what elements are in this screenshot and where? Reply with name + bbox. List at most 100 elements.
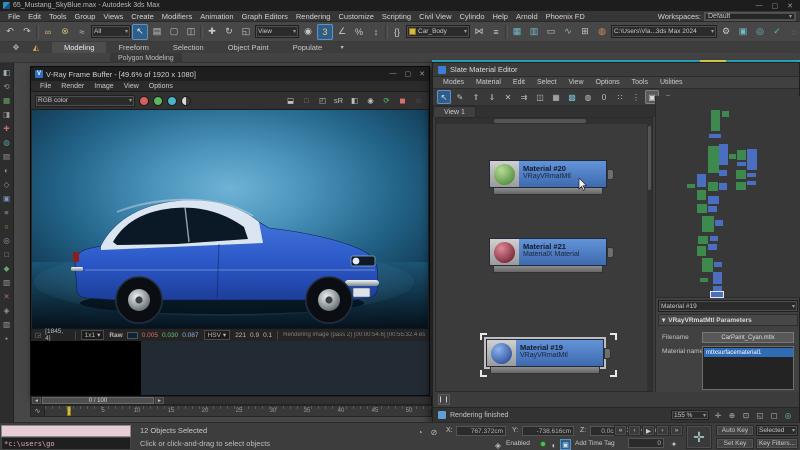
go-to-end-button[interactable]: » xyxy=(670,425,683,436)
solid-diamond-icon[interactable]: ◆ xyxy=(1,262,13,274)
close-icon[interactable]: ✕ xyxy=(787,2,793,10)
menu-views[interactable]: Views xyxy=(99,12,127,21)
dot-icon[interactable]: ▪ xyxy=(1,332,13,344)
target-icon[interactable]: ◎ xyxy=(1,234,13,246)
vrmat-parameters-rollout[interactable]: ▾ VRayVRmatMtl Parameters xyxy=(658,314,798,326)
schematic-view-icon[interactable]: ⊞ xyxy=(577,24,593,40)
percent-snap-icon[interactable]: % xyxy=(351,24,367,40)
viewport-navigation-cross[interactable]: ✛ xyxy=(686,425,712,449)
slate-menu-options[interactable]: Options xyxy=(590,79,626,86)
track-mouse-icon[interactable]: ◉ xyxy=(364,94,377,107)
key-mode-icon[interactable]: ✦ xyxy=(668,438,680,450)
slate-menu-edit[interactable]: Edit xyxy=(507,79,531,86)
vfb-menu-image[interactable]: Image xyxy=(89,83,118,90)
vfb-hsv-dropdown[interactable]: HSV ▾ xyxy=(203,330,231,340)
filename-button[interactable]: CarPaint_Cyan.mtlx xyxy=(702,332,794,343)
menu-cylindo[interactable]: Cylindo xyxy=(455,12,488,21)
vfb-pixel-size-dropdown[interactable]: 1x1 ▾ xyxy=(80,330,105,340)
material-ball-icon[interactable]: ◍ xyxy=(1,136,13,148)
vfb-menu-view[interactable]: View xyxy=(119,83,144,90)
select-by-name-icon[interactable]: ▤ xyxy=(149,24,165,40)
split-view-icon[interactable]: ◨ xyxy=(1,108,13,120)
alpha-channel-icon[interactable] xyxy=(181,95,191,106)
blue-channel-icon[interactable] xyxy=(167,95,177,106)
time-slider[interactable]: ◄ 0 / 100 ► xyxy=(30,396,432,405)
vfb-minimize-icon[interactable]: — xyxy=(390,70,397,78)
menu-edit[interactable]: Edit xyxy=(24,12,45,21)
maxscript-mini-listener[interactable]: *c:\users\go xyxy=(1,437,131,450)
render-check-icon[interactable]: ✓ xyxy=(769,24,785,40)
zoom-extents-icon[interactable]: ◱ xyxy=(754,409,766,421)
menu-customize[interactable]: Customize xyxy=(334,12,377,21)
srgb-toggle-icon[interactable]: sR xyxy=(332,94,345,107)
pick-material-from-object-icon[interactable]: ✎ xyxy=(453,90,467,104)
layout-children-icon[interactable]: ⋮ xyxy=(629,90,643,104)
unlink-selection-icon[interactable]: ⊗ xyxy=(57,24,73,40)
edit-named-selections-icon[interactable]: {} xyxy=(389,24,405,40)
vertical-scrollbar[interactable] xyxy=(647,124,652,391)
y-coordinate-field[interactable]: -738.616cm xyxy=(522,426,574,436)
material-editor-icon[interactable]: ◍ xyxy=(594,24,610,40)
snap-toggle-3d-icon[interactable]: 3 xyxy=(317,23,333,40)
mini-curve-editor-button[interactable]: ∿ xyxy=(31,406,45,416)
diamond-icon[interactable]: ◇ xyxy=(1,178,13,190)
menu-file[interactable]: File xyxy=(4,12,24,21)
slate-menu-modes[interactable]: Modes xyxy=(437,79,470,86)
layout-all-icon[interactable]: ∷ xyxy=(613,90,627,104)
viewport-config-icon[interactable]: ◧ xyxy=(1,66,13,78)
menu-group[interactable]: Group xyxy=(71,12,100,21)
view-zoom-dropdown[interactable]: 155 % ▾ xyxy=(671,410,709,420)
half-icon[interactable]: ◐ xyxy=(1,164,13,176)
hide-unused-nodeslots-icon[interactable]: ◫ xyxy=(533,90,547,104)
isolate-selection-icon[interactable]: ◔ xyxy=(414,426,426,438)
material-node-1[interactable]: Material #20 VRayVRmatMtl xyxy=(489,160,614,195)
vfb-channel-dropdown[interactable]: RGB color ▾ xyxy=(35,94,135,107)
menu-tools[interactable]: Tools xyxy=(45,12,71,21)
menu-arnold[interactable]: Arnold xyxy=(512,12,542,21)
scene-explorer-icon[interactable]: ▦ xyxy=(509,24,525,40)
node-output-socket[interactable] xyxy=(607,247,614,258)
menu-help[interactable]: Help xyxy=(489,12,512,21)
slate-navigator[interactable] xyxy=(656,96,800,298)
menu-icon[interactable]: ≡ xyxy=(1,206,13,218)
hatch-icon[interactable]: ▧ xyxy=(1,318,13,330)
undo-icon[interactable]: ↶ xyxy=(2,24,18,40)
horizontal-scrollbar[interactable] xyxy=(436,118,652,124)
x-coordinate-field[interactable]: 767.372cm xyxy=(456,426,506,436)
polygon-modeling-panel-tab[interactable]: Polygon Modeling xyxy=(110,53,182,63)
close-x-icon[interactable]: ✕ xyxy=(1,290,13,302)
reference-coordinate-dropdown[interactable]: View ▾ xyxy=(255,25,299,38)
assign-material-to-selection-icon[interactable]: ⇓ xyxy=(485,90,499,104)
menu-civil-view[interactable]: Civil View xyxy=(415,12,455,21)
use-pivot-center-icon[interactable]: ◉ xyxy=(300,24,316,40)
auto-key-button[interactable]: Auto Key xyxy=(716,425,754,436)
slate-node-view[interactable]: Material #20 VRayVRmatMtl Material #21 Mate… xyxy=(435,117,653,392)
show-end-result-icon[interactable]: ◍ xyxy=(581,90,595,104)
tab-view1[interactable]: View 1 xyxy=(433,106,476,117)
undo-view-icon[interactable]: ⟲ xyxy=(1,80,13,92)
previous-frame-slider-button[interactable]: ◄ xyxy=(32,397,41,404)
layers-icon[interactable]: ▦ xyxy=(1,94,13,106)
menu-modifiers[interactable]: Modifiers xyxy=(158,12,196,21)
slate-menu-select[interactable]: Select xyxy=(531,79,562,86)
transform-gizmo-icon[interactable]: ◈ xyxy=(492,439,504,450)
add-icon[interactable]: ✚ xyxy=(1,122,13,134)
put-material-to-scene-icon[interactable]: ⇑ xyxy=(469,90,483,104)
node-output-socket[interactable] xyxy=(607,169,614,180)
ribbon-tab-populate[interactable]: Populate xyxy=(281,42,335,53)
named-selection-dropdown[interactable]: Car_Body ▾ xyxy=(406,25,470,38)
set-key-button[interactable]: Set Key xyxy=(716,438,754,449)
ribbon-tab-modeling[interactable]: Modeling xyxy=(52,42,107,53)
pan-view-icon[interactable]: ✛ xyxy=(712,409,724,421)
render-production-icon[interactable]: ◎ xyxy=(752,24,768,40)
bind-to-space-warp-icon[interactable]: ≈ xyxy=(74,24,90,40)
show-map-in-viewport-icon[interactable]: ▩ xyxy=(565,90,579,104)
center-selected-icon[interactable]: ◎ xyxy=(782,409,794,421)
menu-create[interactable]: Create xyxy=(127,12,158,21)
menu-scripting[interactable]: Scripting xyxy=(378,12,415,21)
select-tool-icon[interactable]: ↖ xyxy=(437,90,451,104)
zoom-view-icon[interactable]: ⊕ xyxy=(726,409,738,421)
vfb-menu-render[interactable]: Render xyxy=(56,83,89,90)
curve-editor-icon[interactable]: ∿ xyxy=(560,24,576,40)
material-node-2[interactable]: Material #21 MaterialX Material xyxy=(489,238,614,273)
